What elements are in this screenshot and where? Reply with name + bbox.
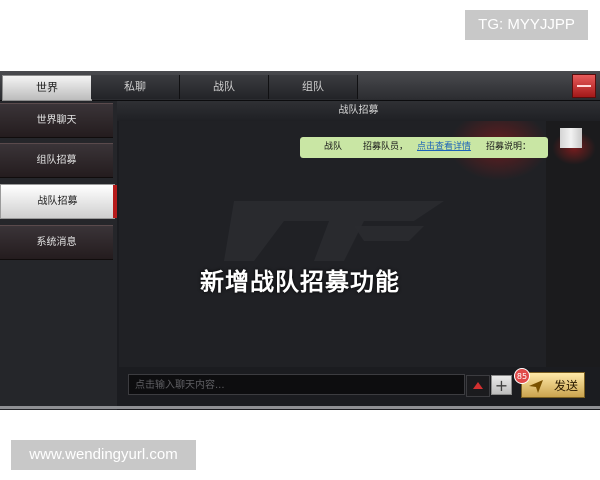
close-button[interactable] xyxy=(572,74,596,98)
send-plane-icon xyxy=(529,380,543,393)
divider xyxy=(0,406,600,409)
tab-team[interactable]: 战队 xyxy=(180,75,269,99)
right-strip xyxy=(546,121,600,367)
tab-group[interactable]: 组队 xyxy=(269,75,358,99)
emoji-icon xyxy=(473,382,483,389)
chat-window: 世界 私聊 战队 组队 世界聊天 组队招募 战队招募 系统消息 战队招募 xyxy=(0,71,600,410)
send-button[interactable]: 发送 xyxy=(521,372,585,398)
sidebar-item-label: 战队招募 xyxy=(37,196,78,207)
chat-tab-bar: 世界 私聊 战队 组队 xyxy=(0,71,600,101)
tab-world[interactable]: 世界 xyxy=(2,75,92,101)
avatar[interactable] xyxy=(560,128,582,148)
sidebar-item-world-chat[interactable]: 世界聊天 xyxy=(0,103,113,138)
active-indicator xyxy=(113,185,117,218)
sidebar-item-team-recruit[interactable]: 战队招募 xyxy=(0,184,117,219)
notification-badge: 85 xyxy=(514,368,530,384)
emoji-button[interactable] xyxy=(466,375,490,397)
tab-private[interactable]: 私聊 xyxy=(91,75,180,99)
tg-watermark: TG: MYYJJPP xyxy=(465,10,588,40)
recruit-details-link[interactable]: 点击查看详情 xyxy=(417,137,471,158)
panel-title: 战队招募 xyxy=(117,101,600,121)
site-watermark: www.wendingyurl.com xyxy=(11,440,196,470)
close-icon xyxy=(577,85,591,87)
recruit-message[interactable]: 战队 招募队员， 点击查看详情 招募说明： xyxy=(300,137,548,158)
sidebar: 世界聊天 组队招募 战队招募 系统消息 xyxy=(0,101,117,410)
chat-input[interactable]: 点击输入聊天内容... xyxy=(128,374,465,395)
recruit-note: 招募说明： xyxy=(486,142,532,152)
overlay-caption: 新增战队招募功能 xyxy=(200,268,400,296)
sidebar-item-group-recruit[interactable]: 组队招募 xyxy=(0,143,113,178)
plus-icon[interactable]: + xyxy=(491,375,512,395)
sidebar-item-system-messages[interactable]: 系统消息 xyxy=(0,225,113,260)
recruit-team-name: 战队 xyxy=(324,142,343,152)
recruit-text: 招募队员， xyxy=(363,142,409,152)
send-label: 发送 xyxy=(553,379,578,393)
